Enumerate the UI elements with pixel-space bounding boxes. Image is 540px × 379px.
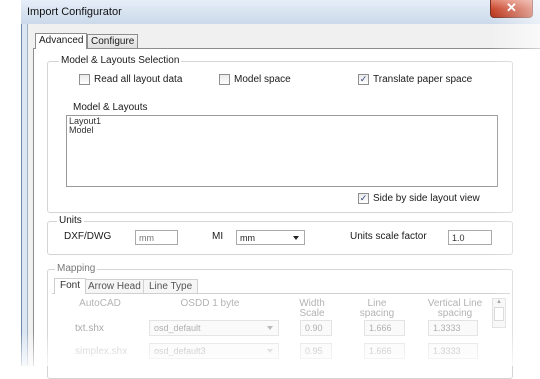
column-header-osdd: OSDD 1 byte (180, 298, 240, 309)
chevron-down-icon (267, 349, 273, 353)
side-by-side-label: Side by side layout view (373, 193, 480, 204)
check-icon: ✓ (359, 193, 368, 203)
mi-units-value: mm (240, 233, 255, 243)
check-icon: ✓ (359, 74, 368, 84)
translate-paper-space-label: Translate paper space (373, 74, 473, 85)
row2-vertical-line-spacing[interactable]: 1.3333 (428, 343, 478, 359)
row1-osdd-dropdown[interactable]: osd_default (149, 320, 279, 336)
read-all-layout-label: Read all layout data (94, 74, 183, 85)
column-header-autocad: AutoCAD (79, 298, 121, 309)
row2-osdd-value: osd_default3 (154, 346, 206, 356)
model-layouts-listbox[interactable]: Layout1 Model (66, 115, 498, 187)
row1-autocad-font: txt.shx (75, 323, 104, 334)
model-space-checkbox[interactable] (219, 74, 230, 85)
units-scale-factor-label: Units scale factor (350, 231, 427, 242)
row2-osdd-dropdown[interactable]: osd_default3 (149, 343, 279, 359)
row1-width-scale[interactable]: 0.90 (300, 320, 332, 336)
subtab-arrow-head[interactable]: Arrow Head (82, 279, 147, 294)
column-header-line-spacing: Line spacing (359, 298, 395, 319)
read-all-layout-checkbox[interactable] (79, 74, 90, 85)
scrollbar-thumb[interactable] (494, 307, 504, 321)
model-layouts-group-title: Model & Layouts Selection (59, 55, 182, 66)
column-header-width-scale: Width Scale (299, 298, 325, 319)
scroll-up-icon: ▲ (496, 299, 502, 305)
model-space-label: Model space (234, 74, 291, 85)
list-item-layout1[interactable]: Layout1 (69, 117, 495, 126)
units-scale-factor-input[interactable]: 1.0 (448, 230, 492, 245)
close-button[interactable]: ✕ (490, 0, 533, 18)
subtab-line-type[interactable]: Line Type (143, 279, 199, 294)
dxf-dwg-input[interactable] (135, 230, 178, 245)
mi-units-dropdown[interactable]: mm (236, 230, 305, 245)
row1-vertical-line-spacing[interactable]: 1.3333 (428, 320, 478, 336)
units-group-title: Units (57, 215, 84, 226)
translate-paper-space-checkbox[interactable]: ✓ (358, 74, 369, 85)
list-item-model[interactable]: Model (69, 126, 495, 135)
model-layouts-list-label: Model & Layouts (73, 102, 148, 113)
chevron-down-icon (293, 236, 299, 240)
chevron-down-icon (267, 326, 273, 330)
mi-label: MI (212, 231, 224, 242)
window-title: Import Configurator (27, 6, 122, 18)
tab-configure[interactable]: Configure (87, 34, 139, 48)
column-header-vertical-line-spacing: Vertical Line spacing (427, 298, 483, 319)
subtab-font[interactable]: Font (54, 278, 87, 294)
side-by-side-checkbox[interactable]: ✓ (358, 193, 369, 204)
row2-autocad-font: simplex.shx (75, 346, 128, 357)
row1-osdd-value: osd_default (154, 323, 201, 333)
tab-advanced[interactable]: Advanced (35, 33, 88, 49)
row2-width-scale[interactable]: 0.95 (300, 343, 332, 359)
row1-line-spacing[interactable]: 1.666 (364, 320, 405, 336)
mapping-group-title: Mapping (55, 263, 98, 274)
close-icon: ✕ (506, 0, 517, 15)
mapping-scrollbar[interactable]: ▲ (492, 298, 506, 328)
dxf-dwg-label: DXF/DWG (64, 231, 112, 242)
row2-line-spacing[interactable]: 1.666 (364, 343, 405, 359)
